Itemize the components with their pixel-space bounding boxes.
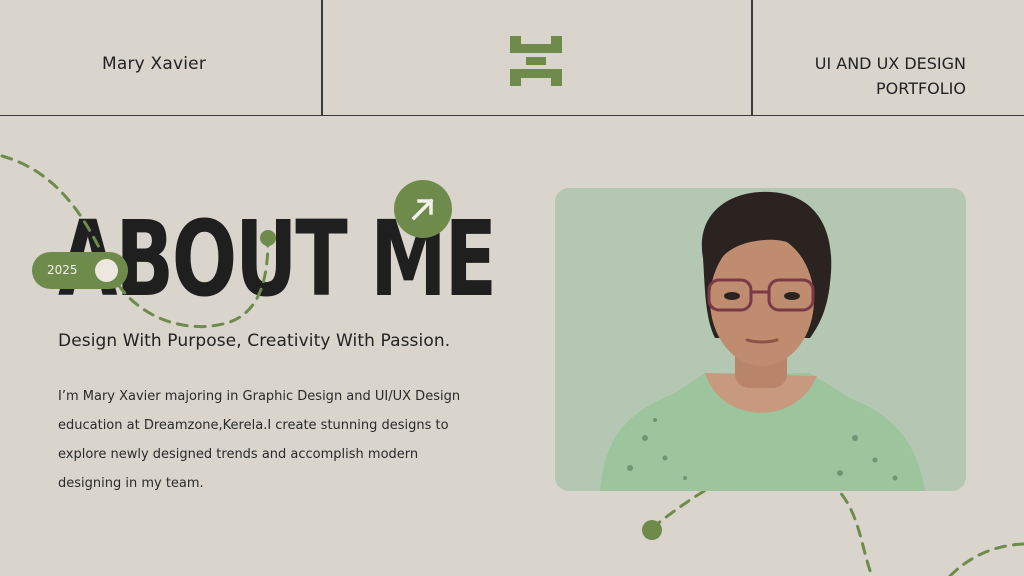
header-bar: Mary Xavier UI AND UX DESIGN PORTFOLIO [0, 0, 1024, 116]
toggle-knob [95, 259, 118, 282]
year-toggle[interactable]: 2025 [32, 252, 128, 289]
portrait-photo [555, 188, 966, 491]
bio-paragraph: I’m Mary Xavier majoring in Graphic Desi… [58, 382, 461, 498]
portfolio-title: UI AND UX DESIGN PORTFOLIO [746, 51, 966, 101]
header-divider [321, 0, 323, 116]
year-label: 2025 [47, 263, 78, 277]
portfolio-title-line2: PORTFOLIO [876, 79, 966, 98]
bio-line: designing in my team. [58, 476, 204, 491]
arrow-up-right-icon [411, 198, 434, 221]
portfolio-title-line1: UI AND UX DESIGN [814, 54, 966, 73]
portrait-illustration [555, 188, 966, 491]
h-monogram-logo-icon [510, 36, 562, 86]
bio-line: I’m Mary Xavier majoring in Graphic Desi… [58, 389, 461, 404]
author-name: Mary Xavier [102, 54, 207, 74]
bio-line: education at Dreamzone,Kerela.I create s… [58, 418, 449, 433]
bio-line: explore newly designed trends and accomp… [58, 447, 419, 462]
arrow-link-button[interactable] [394, 180, 452, 238]
tagline: Design With Purpose, Creativity With Pas… [58, 331, 451, 351]
